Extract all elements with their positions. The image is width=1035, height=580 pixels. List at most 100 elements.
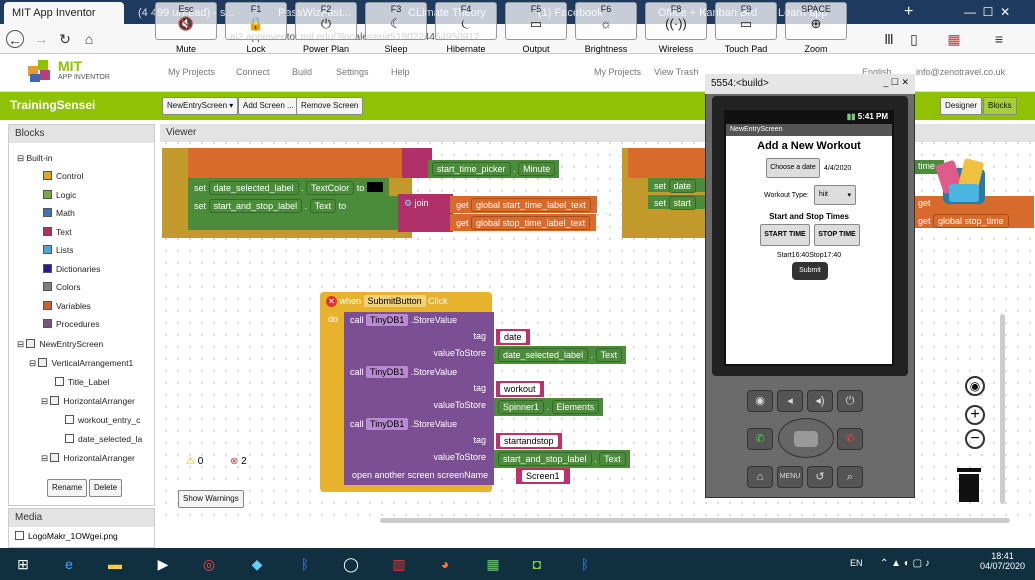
fkey-4[interactable]: F4 ⏾ [435,2,497,40]
menu-help[interactable]: Help [391,67,410,77]
builtin-node[interactable]: ⊟ Built-in [17,153,52,164]
screen-name-value[interactable]: Screen1 [516,468,570,484]
get-start-label-block[interactable]: get global start_time_label_text [450,196,597,213]
when-click-header[interactable]: ✕ when SubmitButton Click [324,295,450,307]
power-icon[interactable]: ⏻ [837,390,863,412]
emulator-window-controls-icon[interactable]: _ ☐ ✕ [883,77,909,88]
backpack-icon[interactable] [935,158,993,208]
fkey-6[interactable]: F6 ☼ [575,2,637,40]
stop-time-button[interactable]: STOP TIME [814,224,860,246]
chrome-icon[interactable]: ◎ [196,552,222,576]
menu-my-projects[interactable]: My Projects [168,67,215,77]
start-time-button[interactable]: START TIME [760,224,810,246]
fkey-3[interactable]: F3 ☾ [365,2,427,40]
right-get-block-2[interactable]: get global stop_time [914,212,1034,228]
color-swatch-black[interactable] [366,182,383,192]
value-getter-block[interactable]: Spinner1 . Elements [494,398,604,416]
screen-select[interactable]: NewEntryScreen ▾ [162,97,239,115]
warning-indicator[interactable]: ⚠ 0 [186,456,203,467]
tag-text-block[interactable]: workout [496,381,544,397]
link-account[interactable]: info@zenotravel.co.uk [916,67,1005,77]
remove-screen-button[interactable]: Remove Screen [296,97,364,115]
menu-settings[interactable]: Settings [336,67,369,77]
component-node-workout[interactable]: workout_entry_c [65,415,151,425]
dpad[interactable] [778,418,834,458]
category-control[interactable]: Control [43,171,83,181]
error-indicator[interactable]: ⊗ 2 [230,456,247,467]
home-icon[interactable]: ⌂ [80,30,98,48]
category-dictionaries[interactable]: Dictionaries [43,263,100,274]
blocks-button[interactable]: Blocks [983,97,1017,115]
media-file[interactable]: LogoMakr_1OWgei.png [9,527,154,545]
category-text[interactable]: Text [43,226,72,237]
zoom-in-icon[interactable]: + [965,405,985,425]
rename-button[interactable]: Rename [47,479,88,497]
window-controls-icon[interactable]: — ☐ ✕ [960,2,1030,24]
volume-up-icon[interactable]: ◂) [807,390,833,412]
category-logic[interactable]: Logic [43,189,76,200]
fkey-2[interactable]: F2 ⏻ [295,2,357,40]
open-screen-block[interactable]: open another screen screenName [344,467,494,485]
storevalue-call-block[interactable]: call TinyDB1 .StoreValue tag valueToStore [344,312,494,364]
extension-icon[interactable]: ▦ [945,30,963,48]
volume-down-icon[interactable]: ◂ [777,390,803,412]
error-icon[interactable]: ✕ [326,296,337,307]
dpad-center[interactable] [794,431,818,447]
component-node-vert[interactable]: ⊟ VerticalArrangement1 [29,358,154,369]
orange-block-top[interactable] [188,148,406,178]
explorer-icon[interactable]: ▬ [102,552,128,576]
component-node-datelabel[interactable]: date_selected_la [65,434,151,444]
reload-icon[interactable]: ↻ [56,30,74,48]
sidebar-icon[interactable]: ▯ [905,30,923,48]
start-icon[interactable]: ⊞ [8,552,38,576]
ie-icon[interactable]: e [56,552,82,576]
clock[interactable]: 18:41 04/07/2020 [980,551,1025,571]
kodi-icon[interactable]: ◆ [244,552,270,576]
category-procedures[interactable]: Procedures [43,319,99,329]
media-player-icon[interactable]: ▶ [150,552,176,576]
set-textcolor-block[interactable]: set date_selected_label . TextColor to [188,178,389,197]
bluetooth-2-icon[interactable]: ᛒ [572,552,598,576]
phone-home-icon[interactable]: ⌂ [747,466,773,488]
android-icon[interactable]: ◘ [524,552,550,576]
zoom-out-icon[interactable]: − [965,429,985,449]
submit-button[interactable]: Submit [792,262,828,280]
tag-text-block[interactable]: date [496,329,530,345]
component-node-title[interactable]: Title_Label [55,377,109,387]
fkey-5[interactable]: F5 ▭ [505,2,567,40]
fkey-9[interactable]: SPACE ⊕ [785,2,847,40]
call-icon[interactable]: ✆ [747,428,773,450]
language-indicator[interactable]: EN [850,558,863,568]
storevalue-call-block[interactable]: call TinyDB1 .StoreValue tag valueToStore [344,364,494,416]
value-getter-block[interactable]: start_and_stop_label . Text [494,450,630,468]
category-lists[interactable]: Lists [43,245,73,255]
link-view-trash[interactable]: View Trash [654,67,698,77]
category-variables[interactable]: Variables [43,300,91,311]
workout-type-spinner[interactable]: hiit ▾ [814,185,856,205]
join-block[interactable]: ⚙ join [398,194,453,232]
library-icon[interactable]: Ⅲ [880,30,898,48]
recenter-icon[interactable]: ◉ [965,376,985,396]
menu-icon[interactable]: ≡ [990,30,1008,48]
tray-icons[interactable]: ⌃ ▲ ◐ ▢ ♪ [880,558,930,569]
add-screen-button[interactable]: Add Screen ... [238,97,299,115]
right-set-block-2[interactable]: set start [648,195,706,210]
category-math[interactable]: Math [43,208,75,218]
component-node-screen[interactable]: ⊟ NewEntryScreen [17,339,103,350]
get-stop-label-block[interactable]: get global stop_time_label_text [450,214,597,231]
popcorn-icon[interactable]: ▥ [386,552,412,576]
storevalue-call-block[interactable]: call TinyDB1 .StoreValue tag valueToStore [344,416,494,468]
set-text-block[interactable]: set start_and_stop_label . Text to [188,196,398,230]
gear-icon[interactable]: ⚙ [404,198,412,208]
show-warnings-button[interactable]: Show Warnings [178,490,244,508]
designer-button[interactable]: Designer [940,97,983,115]
component-node-harr2[interactable]: ⊟ HorizontalArranger [41,453,151,464]
right-set-block-1[interactable]: set date [648,178,706,193]
choose-date-button[interactable]: Choose a date [766,158,820,178]
fkey-0[interactable]: Esc 🔇 [155,2,217,40]
phone-back-icon[interactable]: ↺ [807,466,833,488]
app-circle-icon[interactable]: ◯ [338,552,364,576]
forward-icon[interactable]: → [32,30,50,48]
phone-search-icon[interactable]: ⌕ [837,466,863,488]
fkey-8[interactable]: F9 ▭ [715,2,777,40]
